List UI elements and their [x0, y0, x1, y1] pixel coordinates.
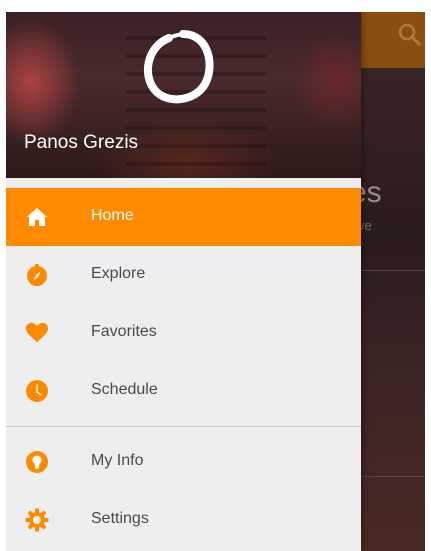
search-icon[interactable] — [397, 22, 423, 48]
heart-icon — [25, 321, 49, 345]
menu-item-label: Home — [91, 207, 134, 224]
gear-icon — [25, 508, 49, 532]
menu-item-my-info[interactable]: My Info — [6, 433, 361, 491]
menu-item-settings[interactable]: Settings — [6, 491, 361, 549]
menu-item-favorites[interactable]: Favorites — [6, 304, 361, 362]
app-screen: es ve Panos Grezis Home Explore Favorite… — [6, 12, 425, 551]
menu-item-label: Settings — [91, 510, 149, 527]
background-divider — [361, 476, 425, 477]
background-divider — [361, 270, 425, 271]
menu-item-label: Explore — [91, 265, 146, 282]
user-name: Panos Grezis — [24, 132, 139, 153]
menu-item-label: My Info — [91, 452, 144, 469]
navigation-drawer: Panos Grezis Home Explore Favorites Sche… — [6, 12, 361, 551]
menu-item-schedule[interactable]: Schedule — [6, 362, 361, 420]
compass-icon — [25, 263, 49, 287]
enso-circle-logo — [139, 26, 219, 108]
menu-item-home[interactable]: Home — [6, 188, 361, 246]
menu-divider — [6, 426, 361, 427]
home-icon — [25, 205, 49, 229]
menu-item-label: Favorites — [91, 323, 157, 340]
drawer-menu: Home Explore Favorites Schedule My Info … — [6, 188, 361, 549]
clock-icon — [25, 379, 49, 403]
drawer-header: Panos Grezis — [6, 12, 361, 178]
menu-item-label: Schedule — [91, 381, 158, 398]
user-icon — [25, 450, 49, 474]
menu-item-explore[interactable]: Explore — [6, 246, 361, 304]
